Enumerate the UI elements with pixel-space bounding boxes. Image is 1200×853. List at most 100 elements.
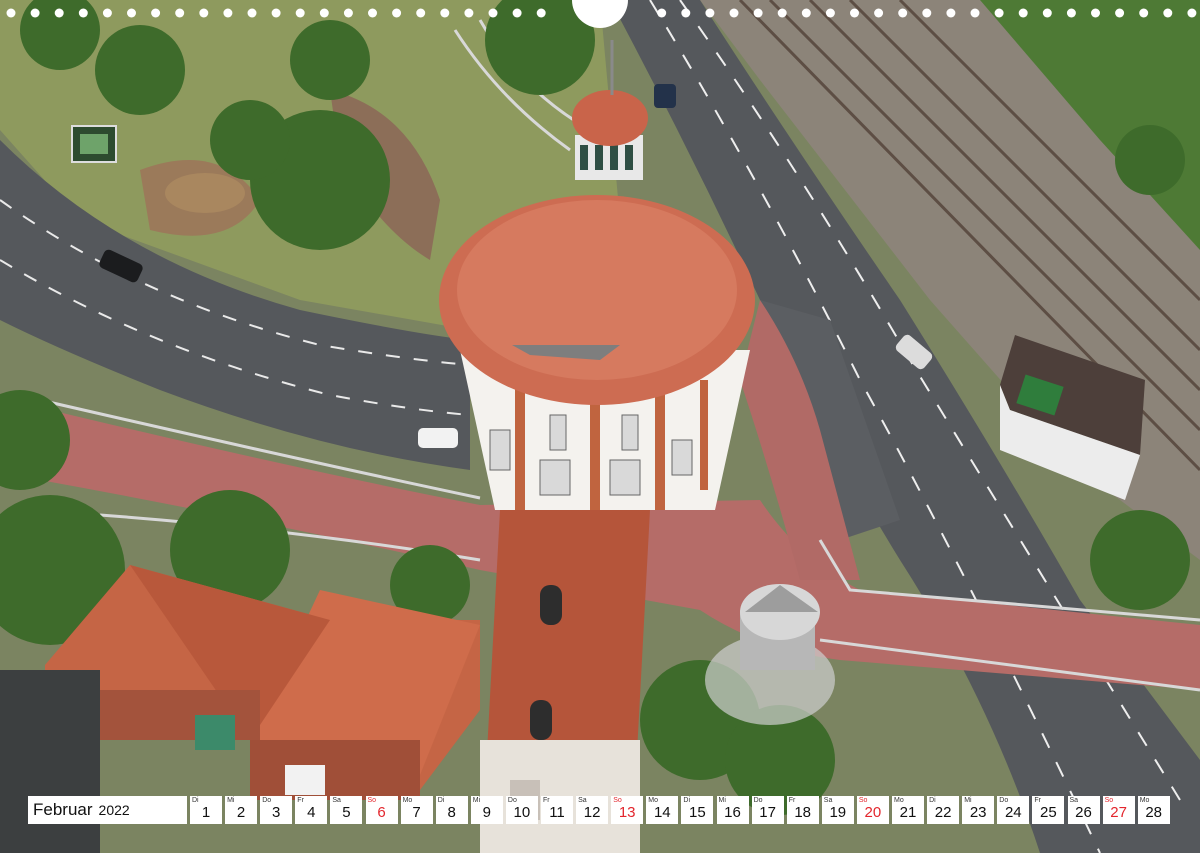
day-cell: Mi 16 bbox=[716, 796, 749, 824]
binding-dot bbox=[970, 8, 980, 18]
day-number: 3 bbox=[272, 804, 281, 821]
day-cell: Mi 2 bbox=[225, 796, 258, 824]
day-number: 2 bbox=[236, 804, 246, 821]
day-number: 4 bbox=[307, 804, 316, 821]
binding-dot bbox=[1042, 8, 1052, 18]
day-number: 23 bbox=[969, 804, 987, 821]
day-cell: Mi 9 bbox=[470, 796, 503, 824]
day-cell: So 6 bbox=[365, 796, 398, 824]
day-cell: Fr 11 bbox=[541, 796, 573, 824]
binding-dot bbox=[199, 8, 209, 18]
day-cell: Fr 18 bbox=[786, 796, 819, 824]
day-number: 26 bbox=[1075, 804, 1092, 821]
day-abbr: Mi bbox=[227, 797, 235, 804]
day-cell: Fr 25 bbox=[1032, 796, 1065, 824]
day-abbr: Mo bbox=[648, 797, 659, 804]
day-number: 20 bbox=[864, 804, 882, 821]
day-number: 10 bbox=[513, 804, 531, 821]
day-cell: Sa 19 bbox=[821, 796, 854, 824]
binding-dot bbox=[801, 8, 811, 18]
day-abbr: Mo bbox=[894, 797, 904, 804]
day-cell: Di 15 bbox=[681, 796, 714, 824]
day-cell: Mi 23 bbox=[962, 796, 995, 824]
day-abbr: Fr bbox=[788, 797, 796, 804]
binding-dot bbox=[151, 8, 161, 18]
day-cell: Do 10 bbox=[505, 796, 538, 824]
binding-dot bbox=[657, 8, 667, 18]
day-number: 6 bbox=[377, 804, 386, 821]
day-abbr: Fr bbox=[543, 797, 550, 804]
day-abbr: Sa bbox=[578, 797, 587, 804]
day-abbr: Di bbox=[192, 797, 199, 804]
binding-dot bbox=[681, 8, 691, 18]
day-abbr: So bbox=[367, 797, 377, 804]
day-number: 22 bbox=[934, 804, 952, 821]
day-number: 18 bbox=[794, 804, 812, 821]
binding-dot bbox=[1163, 8, 1173, 18]
day-cell: So 27 bbox=[1102, 796, 1135, 824]
day-number: 14 bbox=[653, 804, 671, 821]
day-cell: Di 8 bbox=[435, 796, 468, 824]
binding-dot bbox=[850, 8, 859, 18]
day-cell: Sa 12 bbox=[576, 796, 609, 824]
day-cell: Sa 5 bbox=[330, 796, 363, 824]
day-abbr: Do bbox=[507, 797, 517, 804]
day-abbr: Sa bbox=[332, 797, 341, 804]
day-abbr: Do bbox=[999, 797, 1009, 804]
binding-dot bbox=[1187, 8, 1197, 18]
day-cell: Di 1 bbox=[190, 796, 222, 824]
day-number: 27 bbox=[1110, 804, 1127, 821]
day-number: 15 bbox=[689, 804, 706, 821]
calendar-strip: Februar 2022 Di 1 Mi 2 Do 3 Fr 4 Sa 5 So 6 Mo 7 Di 8 Mi 9… bbox=[0, 796, 1200, 826]
day-cell: Do 3 bbox=[260, 796, 293, 824]
binding-dot bbox=[127, 8, 136, 18]
binding-dot bbox=[488, 8, 498, 18]
binding-dot bbox=[729, 8, 739, 18]
day-cell: Di 22 bbox=[927, 796, 960, 824]
binding-dot bbox=[295, 8, 305, 18]
binding-dot bbox=[1139, 8, 1149, 18]
day-number: 24 bbox=[1004, 804, 1022, 821]
day-number: 11 bbox=[549, 804, 565, 821]
day-abbr: Do bbox=[262, 797, 272, 804]
day-number: 5 bbox=[342, 804, 351, 821]
day-number: 21 bbox=[899, 804, 917, 821]
day-number: 25 bbox=[1040, 804, 1057, 821]
day-number: 8 bbox=[447, 804, 456, 821]
binding-dot bbox=[416, 8, 426, 18]
day-abbr: Mi bbox=[472, 797, 481, 804]
month-name: Februar bbox=[33, 800, 93, 819]
day-cell: So 13 bbox=[611, 796, 644, 824]
binding-dot bbox=[512, 8, 522, 18]
month-label: Februar 2022 bbox=[28, 796, 187, 824]
binding-dot bbox=[705, 8, 715, 18]
mulch-circle bbox=[165, 173, 245, 213]
day-cell: Mo 14 bbox=[646, 796, 679, 824]
binding-dot bbox=[392, 8, 402, 18]
binding-dot bbox=[946, 8, 956, 18]
aerial-photo bbox=[0, 0, 1200, 853]
day-cell: Mo 21 bbox=[892, 796, 924, 824]
day-abbr: Mo bbox=[1139, 797, 1150, 804]
hanger-notch bbox=[572, 0, 628, 28]
binding-dot bbox=[102, 8, 112, 18]
day-cell: Mo 7 bbox=[400, 796, 433, 824]
day-abbr: Sa bbox=[1069, 797, 1079, 804]
binding-dot bbox=[874, 8, 884, 18]
binding-dot bbox=[30, 8, 40, 18]
day-abbr: Di bbox=[929, 797, 936, 804]
day-cell: Mo 28 bbox=[1137, 796, 1170, 824]
month-year: 2022 bbox=[98, 802, 130, 818]
binding-dot bbox=[1018, 8, 1028, 18]
day-cell: Sa 26 bbox=[1067, 796, 1100, 824]
day-abbr: So bbox=[1104, 797, 1114, 804]
day-number: 7 bbox=[412, 804, 421, 821]
binding-dot bbox=[994, 8, 1004, 18]
day-cell: So 20 bbox=[856, 796, 889, 824]
binding-dot bbox=[175, 8, 185, 18]
binding-dot bbox=[440, 8, 450, 18]
binding-dot bbox=[536, 8, 546, 18]
day-number: 12 bbox=[583, 804, 601, 821]
white-car bbox=[418, 428, 458, 448]
day-cell: Do 24 bbox=[997, 796, 1030, 824]
